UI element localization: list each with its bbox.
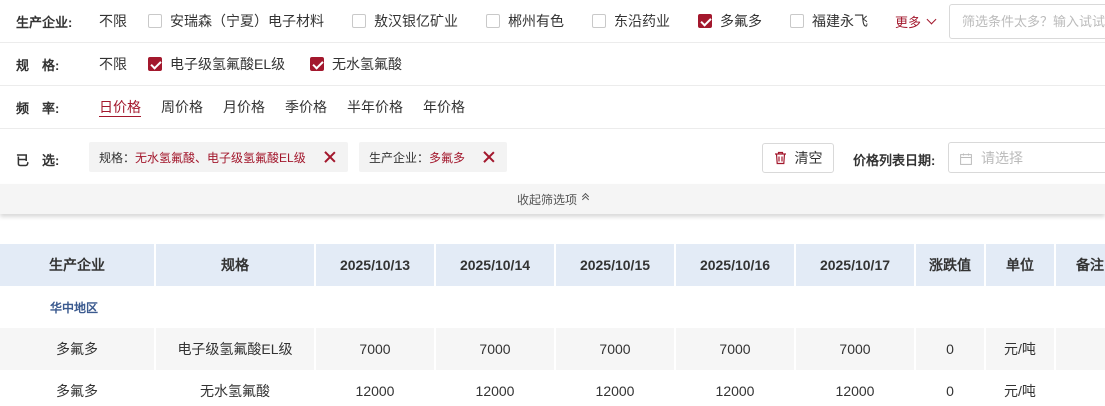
cell-price: 7000 <box>555 328 676 370</box>
producer-option-fujian-yongfei[interactable]: 福建永飞 <box>790 11 868 31</box>
column-header-producer[interactable]: 生产企业 <box>0 244 156 286</box>
frequency-filter-row: 频 率: 日价格 周价格 月价格 季价格 半年价格 年价格 <box>0 86 1105 129</box>
frequency-filter-label: 频 率: <box>16 100 60 116</box>
close-icon[interactable] <box>324 151 336 163</box>
producer-option-chenzhou[interactable]: 郴州有色 <box>486 11 564 31</box>
trash-icon <box>774 151 787 165</box>
column-header-date-4[interactable]: 2025/10/16 <box>675 244 796 286</box>
checkbox-icon[interactable] <box>352 14 366 28</box>
frequency-option-half-year[interactable]: 半年价格 <box>347 97 403 117</box>
column-header-spec[interactable]: 规格 <box>155 244 316 286</box>
more-producers-button[interactable]: 更多 <box>895 12 937 31</box>
table-row[interactable]: 多氟多 电子级氢氟酸EL级 7000 7000 7000 7000 7000 0… <box>0 328 1105 370</box>
producer-search-input[interactable] <box>949 4 1105 39</box>
column-header-unit[interactable]: 单位 <box>985 244 1056 286</box>
clear-label: 清空 <box>794 150 823 166</box>
cell-price: 12000 <box>315 370 436 406</box>
selected-tag-producer: 生产企业： 多氟多 <box>359 142 508 172</box>
checkbox-checked-icon[interactable] <box>148 57 162 71</box>
column-header-date-5[interactable]: 2025/10/17 <box>795 244 916 286</box>
region-group-row: 华中地区 <box>0 286 1105 328</box>
collapse-label: 收起筛选项 <box>516 192 577 207</box>
frequency-option-yearly[interactable]: 年价格 <box>423 97 465 117</box>
cell-unit: 元/吨 <box>985 328 1056 370</box>
frequency-option-monthly[interactable]: 月价格 <box>223 97 265 117</box>
cell-remarks <box>1055 370 1105 406</box>
producer-option-anruisen[interactable]: 安瑞森（宁夏）电子材料 <box>148 11 324 31</box>
cell-spec: 电子级氢氟酸EL级 <box>155 328 316 370</box>
double-chevron-up-icon <box>581 192 590 204</box>
clear-button[interactable]: 清空 <box>762 143 834 173</box>
more-label: 更多 <box>895 14 922 30</box>
price-table: 生产企业 规格 2025/10/13 2025/10/14 2025/10/15… <box>0 244 1105 406</box>
selected-tag-spec: 规格： 无水氢氟酸、电子级氢氟酸EL级 <box>89 142 348 172</box>
option-label: 福建永飞 <box>812 13 868 29</box>
option-label: 东沿药业 <box>614 13 670 29</box>
tag-key: 生产企业： <box>369 150 430 165</box>
producer-option-aohan[interactable]: 敖汉银亿矿业 <box>352 11 458 31</box>
checkbox-icon[interactable] <box>790 14 804 28</box>
spec-option-electronic-el[interactable]: 电子级氢氟酸EL级 <box>148 54 285 74</box>
price-date-picker[interactable]: 请选择 <box>948 142 1105 173</box>
cell-producer: 多氟多 <box>0 328 156 370</box>
option-label: 安瑞森（宁夏）电子材料 <box>170 13 324 29</box>
producer-option-dongyan[interactable]: 东沿药业 <box>592 11 670 31</box>
chevron-down-icon <box>926 14 937 24</box>
column-header-change[interactable]: 涨跌值 <box>915 244 986 286</box>
cell-price: 12000 <box>555 370 676 406</box>
spec-filter-label: 规 格: <box>16 57 60 73</box>
cell-remarks <box>1055 328 1105 370</box>
cell-price: 7000 <box>675 328 796 370</box>
cell-price: 12000 <box>795 370 916 406</box>
producer-unlimited-option[interactable]: 不限 <box>99 11 127 31</box>
selected-filters-label: 已 选: <box>16 153 60 168</box>
checkbox-checked-icon[interactable] <box>698 14 712 28</box>
column-header-remarks[interactable]: 备注 <box>1055 244 1105 286</box>
cell-price: 12000 <box>435 370 556 406</box>
date-placeholder: 请选择 <box>981 149 1023 166</box>
producer-filter-label: 生产企业: <box>16 14 73 30</box>
cell-price: 7000 <box>315 328 436 370</box>
frequency-option-quarterly[interactable]: 季价格 <box>285 97 327 117</box>
cell-price: 7000 <box>795 328 916 370</box>
spec-filter-row: 规 格: 不限 电子级氢氟酸EL级 无水氢氟酸 <box>0 43 1105 86</box>
region-label: 华中地区 <box>0 286 1105 328</box>
checkbox-checked-icon[interactable] <box>310 57 324 71</box>
cell-unit: 元/吨 <box>985 370 1056 406</box>
option-label: 敖汉银亿矿业 <box>374 13 458 29</box>
cell-change: 0 <box>915 328 986 370</box>
frequency-option-daily[interactable]: 日价格 <box>99 97 141 117</box>
cell-spec: 无水氢氟酸 <box>155 370 316 406</box>
cell-change: 0 <box>915 370 986 406</box>
calendar-icon <box>960 152 972 165</box>
checkbox-icon[interactable] <box>486 14 500 28</box>
producer-option-duofuduo[interactable]: 多氟多 <box>698 11 762 31</box>
tag-value: 多氟多 <box>429 150 466 165</box>
table-header-row: 生产企业 规格 2025/10/13 2025/10/14 2025/10/15… <box>0 244 1105 286</box>
cell-producer: 多氟多 <box>0 370 156 406</box>
option-label: 电子级氢氟酸EL级 <box>170 56 286 72</box>
checkbox-icon[interactable] <box>592 14 606 28</box>
table-row[interactable]: 多氟多 无水氢氟酸 12000 12000 12000 12000 12000 … <box>0 370 1105 406</box>
producer-filter-row: 生产企业: 不限 安瑞森（宁夏）电子材料 敖汉银亿矿业 郴州有色 东沿药业 多氟… <box>0 0 1105 43</box>
cell-price: 12000 <box>675 370 796 406</box>
spec-option-anhydrous[interactable]: 无水氢氟酸 <box>310 54 402 74</box>
spec-unlimited-option[interactable]: 不限 <box>99 54 127 74</box>
frequency-option-weekly[interactable]: 周价格 <box>161 97 203 117</box>
tag-value: 无水氢氟酸、电子级氢氟酸EL级 <box>135 150 306 165</box>
tag-key: 规格： <box>99 150 136 165</box>
close-icon[interactable] <box>483 151 495 163</box>
price-date-label: 价格列表日期: <box>853 153 936 168</box>
cell-price: 7000 <box>435 328 556 370</box>
column-header-date-3[interactable]: 2025/10/15 <box>555 244 676 286</box>
option-label: 无水氢氟酸 <box>332 56 402 72</box>
column-header-date-2[interactable]: 2025/10/14 <box>435 244 556 286</box>
column-header-date-1[interactable]: 2025/10/13 <box>315 244 436 286</box>
checkbox-icon[interactable] <box>148 14 162 28</box>
option-label: 多氟多 <box>720 13 762 29</box>
option-label: 郴州有色 <box>508 13 564 29</box>
collapse-filters-button[interactable]: 收起筛选项 <box>0 184 1105 214</box>
